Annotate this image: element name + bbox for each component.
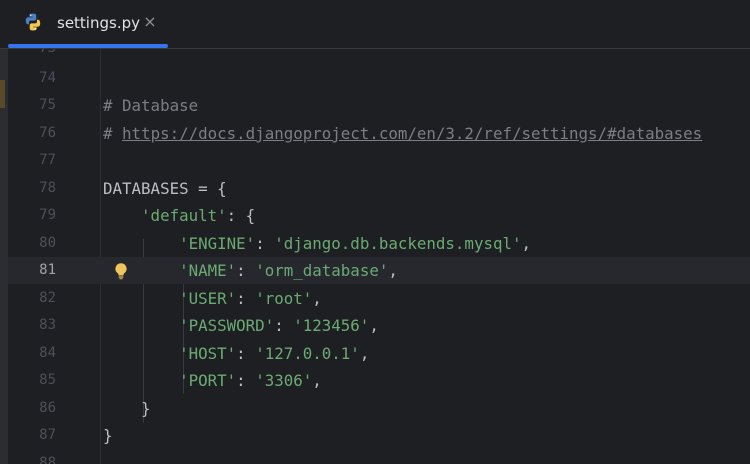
code-line: 75 # Database bbox=[8, 92, 750, 119]
code-text: 'USER': 'root', bbox=[103, 285, 322, 312]
code-text: 'PORT': '3306', bbox=[103, 367, 322, 394]
code-token: , bbox=[312, 289, 322, 308]
code-line-current: 81 'NAME': 'orm_database', bbox=[8, 257, 750, 285]
string-token: '3306' bbox=[255, 371, 313, 390]
code-token: , bbox=[388, 261, 398, 280]
string-token: 'NAME' bbox=[179, 261, 237, 280]
code-token: : bbox=[255, 234, 275, 253]
comment-token: # bbox=[103, 124, 123, 143]
line-number: 74 bbox=[39, 70, 56, 86]
code-line: 85 'PORT': '3306', bbox=[8, 367, 750, 394]
comment-token: # Database bbox=[103, 96, 199, 115]
code-text: # Database bbox=[103, 92, 198, 119]
string-token: 'PASSWORD' bbox=[179, 316, 275, 335]
code-line: 87 } bbox=[8, 422, 750, 449]
code-text: } bbox=[103, 395, 151, 422]
code-line: 77 bbox=[8, 147, 750, 174]
code-text: 'default': { bbox=[103, 202, 255, 229]
code-text: # https://docs.djangoproject.com/en/3.2/… bbox=[103, 120, 702, 147]
code-token: : bbox=[274, 316, 294, 335]
line-number: 88 bbox=[39, 455, 56, 464]
project-panel-edge[interactable] bbox=[0, 49, 8, 464]
line-number: 78 bbox=[39, 180, 56, 196]
tab-label: settings.py bbox=[57, 14, 140, 32]
code-token: , bbox=[369, 316, 379, 335]
line-number: 87 bbox=[39, 427, 56, 443]
line-number: 81 bbox=[39, 262, 56, 278]
line-number: 73 bbox=[8, 49, 56, 62]
code-line: 88 bbox=[8, 450, 750, 464]
code-line: 86 } bbox=[8, 395, 750, 422]
docs-link[interactable]: https://docs.djangoproject.com/en/3.2/re… bbox=[122, 124, 702, 143]
code-text: 'ENGINE': 'django.db.backends.mysql', bbox=[103, 230, 531, 257]
line-number: 85 bbox=[39, 372, 56, 388]
code-line: 79 'default': { bbox=[8, 202, 750, 229]
string-token: 'PORT' bbox=[179, 371, 237, 390]
code-line: 83 'PASSWORD': '123456', bbox=[8, 312, 750, 339]
code-text: DATABASES = { bbox=[103, 175, 227, 202]
code-token: : bbox=[236, 371, 256, 390]
code-token: : bbox=[236, 344, 256, 363]
code-token: , bbox=[359, 344, 370, 363]
code-line: 76 # https://docs.djangoproject.com/en/3… bbox=[8, 120, 750, 147]
code-line: 73 bbox=[8, 49, 750, 62]
line-number: 76 bbox=[39, 125, 56, 141]
code-text: 'NAME': 'orm_database', bbox=[103, 257, 398, 284]
string-token: 'django.db.backends.mysql' bbox=[274, 234, 522, 253]
code-line: 74 bbox=[8, 65, 750, 92]
active-tab-indicator bbox=[8, 44, 168, 48]
code-line: 82 'USER': 'root', bbox=[8, 285, 750, 312]
line-number: 84 bbox=[39, 345, 56, 361]
code-token: , bbox=[521, 234, 532, 253]
code-token: } bbox=[103, 426, 113, 445]
string-token: 'HOST' bbox=[179, 344, 237, 363]
code-text: 'HOST': '127.0.0.1', bbox=[103, 340, 369, 367]
line-number: 80 bbox=[39, 235, 56, 251]
code-line: 80 'ENGINE': 'django.db.backends.mysql', bbox=[8, 230, 750, 257]
string-token: 'root' bbox=[255, 289, 313, 308]
string-token: 'USER' bbox=[179, 289, 237, 308]
line-number: 77 bbox=[39, 152, 56, 168]
line-number: 86 bbox=[39, 400, 56, 416]
code-text: } bbox=[103, 422, 113, 449]
code-token: : bbox=[236, 289, 256, 308]
code-token: DATABASES = { bbox=[103, 179, 227, 198]
string-token: 'ENGINE' bbox=[179, 234, 256, 253]
code-token: : { bbox=[226, 206, 256, 225]
code-token: } bbox=[141, 399, 151, 418]
line-number: 75 bbox=[39, 97, 56, 113]
code-line: 84 'HOST': '127.0.0.1', bbox=[8, 340, 750, 367]
line-number: 82 bbox=[39, 290, 56, 306]
line-number: 79 bbox=[39, 207, 56, 223]
python-file-icon bbox=[25, 13, 41, 31]
line-number: 83 bbox=[39, 317, 56, 333]
code-token: , bbox=[312, 371, 322, 390]
string-token: 'default' bbox=[141, 206, 227, 225]
code-token: : bbox=[236, 261, 256, 280]
tab-settings-py[interactable]: settings.py × bbox=[8, 0, 168, 49]
code-text: 'PASSWORD': '123456', bbox=[103, 312, 379, 339]
code-editor[interactable]: 73 74 75 # Database 76 # https://docs.dj… bbox=[8, 49, 750, 464]
code-line: 78 DATABASES = { bbox=[8, 175, 750, 202]
string-token: '127.0.0.1' bbox=[255, 344, 360, 363]
string-token: '123456' bbox=[293, 316, 370, 335]
string-token: 'orm_database' bbox=[255, 261, 389, 280]
close-icon[interactable]: × bbox=[140, 11, 160, 33]
panel-selection-marker bbox=[0, 80, 5, 108]
editor-tab-bar: settings.py × bbox=[0, 0, 750, 49]
